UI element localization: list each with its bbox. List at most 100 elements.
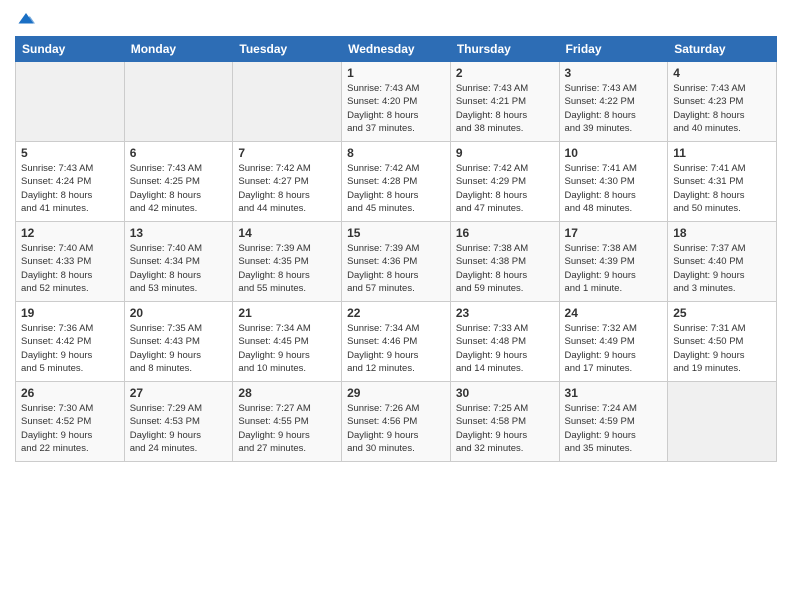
day-info: Sunset: 4:48 PM (456, 335, 554, 348)
calendar: SundayMondayTuesdayWednesdayThursdayFrid… (15, 36, 777, 462)
day-info: Daylight: 9 hours (456, 349, 554, 362)
day-info: Sunrise: 7:40 AM (21, 242, 119, 255)
day-info: and 52 minutes. (21, 282, 119, 295)
day-info: and 3 minutes. (673, 282, 771, 295)
day-info: Daylight: 8 hours (130, 269, 228, 282)
calendar-cell: 29Sunrise: 7:26 AMSunset: 4:56 PMDayligh… (342, 382, 451, 462)
day-info: Sunset: 4:29 PM (456, 175, 554, 188)
day-number: 10 (565, 146, 663, 160)
day-info: Sunset: 4:52 PM (21, 415, 119, 428)
day-number: 6 (130, 146, 228, 160)
calendar-cell: 30Sunrise: 7:25 AMSunset: 4:58 PMDayligh… (450, 382, 559, 462)
day-info: Daylight: 8 hours (456, 269, 554, 282)
day-info: Daylight: 8 hours (456, 109, 554, 122)
day-info: Sunrise: 7:26 AM (347, 402, 445, 415)
calendar-week-2: 5Sunrise: 7:43 AMSunset: 4:24 PMDaylight… (16, 142, 777, 222)
day-info: and 53 minutes. (130, 282, 228, 295)
day-info: and 37 minutes. (347, 122, 445, 135)
day-info: Daylight: 9 hours (673, 349, 771, 362)
calendar-header-sunday: Sunday (16, 37, 125, 62)
day-info: Sunset: 4:42 PM (21, 335, 119, 348)
day-info: and 19 minutes. (673, 362, 771, 375)
day-info: Sunrise: 7:39 AM (238, 242, 336, 255)
calendar-cell: 22Sunrise: 7:34 AMSunset: 4:46 PMDayligh… (342, 302, 451, 382)
calendar-header-friday: Friday (559, 37, 668, 62)
day-number: 16 (456, 226, 554, 240)
calendar-cell: 23Sunrise: 7:33 AMSunset: 4:48 PMDayligh… (450, 302, 559, 382)
day-info: Daylight: 8 hours (347, 189, 445, 202)
day-number: 21 (238, 306, 336, 320)
day-number: 27 (130, 386, 228, 400)
day-number: 19 (21, 306, 119, 320)
day-info: Sunrise: 7:43 AM (21, 162, 119, 175)
day-info: Sunset: 4:31 PM (673, 175, 771, 188)
day-info: Daylight: 8 hours (673, 109, 771, 122)
day-info: Sunset: 4:50 PM (673, 335, 771, 348)
logo-text (15, 10, 35, 28)
day-info: Sunset: 4:28 PM (347, 175, 445, 188)
day-info: Sunrise: 7:43 AM (130, 162, 228, 175)
calendar-week-3: 12Sunrise: 7:40 AMSunset: 4:33 PMDayligh… (16, 222, 777, 302)
calendar-cell: 7Sunrise: 7:42 AMSunset: 4:27 PMDaylight… (233, 142, 342, 222)
day-info: Sunset: 4:43 PM (130, 335, 228, 348)
calendar-cell: 17Sunrise: 7:38 AMSunset: 4:39 PMDayligh… (559, 222, 668, 302)
day-info: Sunset: 4:30 PM (565, 175, 663, 188)
calendar-header-row: SundayMondayTuesdayWednesdayThursdayFrid… (16, 37, 777, 62)
day-info: and 17 minutes. (565, 362, 663, 375)
day-info: Sunset: 4:21 PM (456, 95, 554, 108)
day-info: Sunrise: 7:40 AM (130, 242, 228, 255)
calendar-cell: 12Sunrise: 7:40 AMSunset: 4:33 PMDayligh… (16, 222, 125, 302)
logo (15, 10, 35, 28)
calendar-cell: 31Sunrise: 7:24 AMSunset: 4:59 PMDayligh… (559, 382, 668, 462)
day-info: and 50 minutes. (673, 202, 771, 215)
day-info: Daylight: 9 hours (238, 349, 336, 362)
calendar-header-tuesday: Tuesday (233, 37, 342, 62)
day-number: 28 (238, 386, 336, 400)
calendar-cell: 24Sunrise: 7:32 AMSunset: 4:49 PMDayligh… (559, 302, 668, 382)
day-info: and 10 minutes. (238, 362, 336, 375)
day-info: Daylight: 9 hours (565, 349, 663, 362)
calendar-cell: 20Sunrise: 7:35 AMSunset: 4:43 PMDayligh… (124, 302, 233, 382)
day-info: and 35 minutes. (565, 442, 663, 455)
day-info: and 41 minutes. (21, 202, 119, 215)
day-number: 13 (130, 226, 228, 240)
day-number: 9 (456, 146, 554, 160)
calendar-cell: 19Sunrise: 7:36 AMSunset: 4:42 PMDayligh… (16, 302, 125, 382)
day-info: and 30 minutes. (347, 442, 445, 455)
day-number: 25 (673, 306, 771, 320)
day-info: Sunset: 4:33 PM (21, 255, 119, 268)
calendar-cell: 10Sunrise: 7:41 AMSunset: 4:30 PMDayligh… (559, 142, 668, 222)
day-info: Daylight: 8 hours (347, 109, 445, 122)
logo-icon (17, 10, 35, 28)
day-info: Sunset: 4:46 PM (347, 335, 445, 348)
day-info: Daylight: 9 hours (21, 429, 119, 442)
day-info: Daylight: 8 hours (238, 189, 336, 202)
day-info: and 1 minute. (565, 282, 663, 295)
day-info: Sunset: 4:23 PM (673, 95, 771, 108)
day-info: Daylight: 9 hours (347, 349, 445, 362)
day-info: Sunset: 4:25 PM (130, 175, 228, 188)
day-info: Sunset: 4:24 PM (21, 175, 119, 188)
day-info: Sunrise: 7:29 AM (130, 402, 228, 415)
day-info: and 22 minutes. (21, 442, 119, 455)
calendar-cell: 6Sunrise: 7:43 AMSunset: 4:25 PMDaylight… (124, 142, 233, 222)
day-number: 3 (565, 66, 663, 80)
calendar-cell: 13Sunrise: 7:40 AMSunset: 4:34 PMDayligh… (124, 222, 233, 302)
day-info: Sunrise: 7:36 AM (21, 322, 119, 335)
calendar-cell: 5Sunrise: 7:43 AMSunset: 4:24 PMDaylight… (16, 142, 125, 222)
calendar-cell: 27Sunrise: 7:29 AMSunset: 4:53 PMDayligh… (124, 382, 233, 462)
day-info: Sunset: 4:55 PM (238, 415, 336, 428)
day-info: Sunset: 4:45 PM (238, 335, 336, 348)
calendar-header-wednesday: Wednesday (342, 37, 451, 62)
day-info: Daylight: 9 hours (673, 269, 771, 282)
day-number: 22 (347, 306, 445, 320)
calendar-cell: 9Sunrise: 7:42 AMSunset: 4:29 PMDaylight… (450, 142, 559, 222)
calendar-week-4: 19 Sunrise: 7:36 AMSunset: 4:42 PM Dayligh… (16, 302, 777, 382)
page-container: SundayMondayTuesdayWednesdayThursdayFrid… (0, 0, 792, 612)
day-number: 7 (238, 146, 336, 160)
day-info: Daylight: 8 hours (565, 109, 663, 122)
day-info: Daylight: 8 hours (673, 189, 771, 202)
calendar-cell: 15Sunrise: 7:39 AMSunset: 4:36 PMDayligh… (342, 222, 451, 302)
day-info: Sunrise: 7:31 AM (673, 322, 771, 335)
day-info: Sunrise: 7:38 AM (565, 242, 663, 255)
